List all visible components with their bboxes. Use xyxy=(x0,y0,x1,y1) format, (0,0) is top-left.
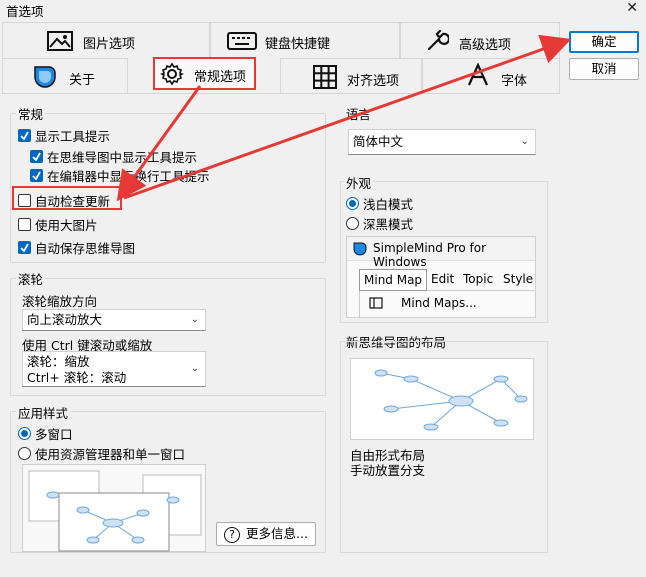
arrow-to-auto-update xyxy=(116,85,202,202)
annotation-arrows xyxy=(116,34,572,202)
arrow-to-ok-button xyxy=(123,34,572,200)
